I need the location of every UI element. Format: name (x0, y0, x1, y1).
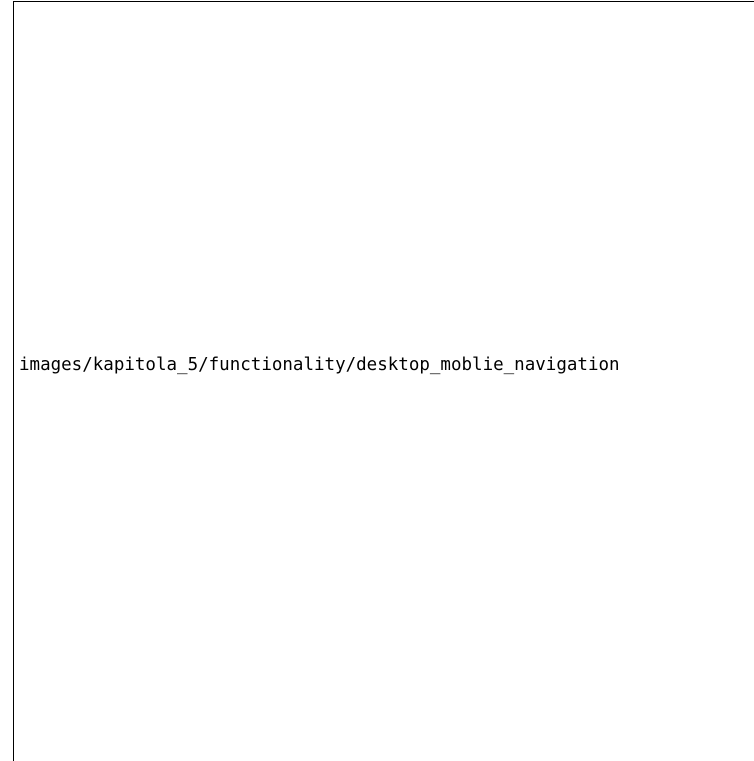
image-path-text: images/kapitola_5/functionality/desktop_… (19, 355, 620, 375)
missing-image-placeholder: images/kapitola_5/functionality/desktop_… (13, 1, 754, 761)
